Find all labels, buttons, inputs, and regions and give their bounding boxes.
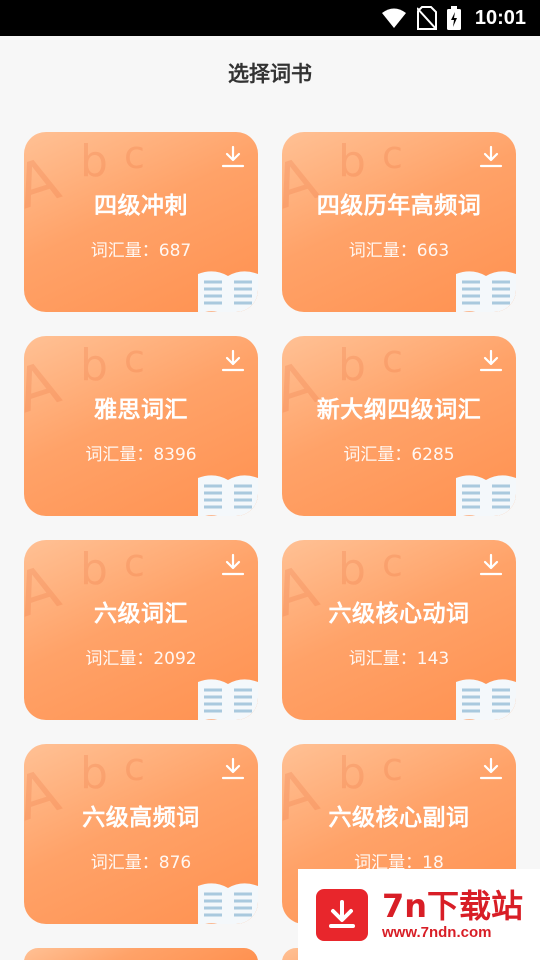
svg-text:b: b: [338, 748, 366, 799]
word-count: 词汇量：663: [348, 241, 450, 261]
download-icon[interactable]: [478, 552, 504, 578]
svg-text:b: b: [80, 136, 108, 187]
clock: 10:01: [474, 6, 526, 29]
book-title: 六级词汇: [94, 601, 188, 627]
watermark-url: www.7ndn.com: [382, 924, 492, 941]
open-book-icon: [456, 271, 516, 312]
open-book-icon: [198, 679, 258, 720]
book-title: 六级高频词: [82, 805, 200, 831]
download-icon[interactable]: [478, 144, 504, 170]
svg-text:b: b: [80, 340, 108, 391]
word-count: 词汇量：143: [348, 649, 450, 669]
svg-text:c: c: [124, 133, 145, 177]
battery-charging-icon: [446, 6, 461, 30]
book-card-partial[interactable]: [24, 948, 258, 960]
book-grid: Abc 四级冲刺 词汇量：687 Abc 四级历年高频词 词汇量：663 Abc…: [24, 132, 516, 960]
svg-text:c: c: [382, 337, 403, 381]
word-count: 词汇量：8396: [85, 445, 197, 465]
open-book-icon: [198, 883, 258, 924]
book-card[interactable]: Abc 六级核心动词 词汇量：143: [282, 540, 516, 720]
word-count: 词汇量：6285: [343, 445, 455, 465]
download-arrow-icon: [316, 888, 368, 941]
open-book-icon: [456, 475, 516, 516]
wifi-icon: [381, 8, 406, 28]
svg-text:b: b: [338, 544, 366, 595]
book-title: 六级核心动词: [328, 601, 470, 627]
book-title: 六级核心副词: [328, 805, 470, 831]
download-icon[interactable]: [220, 348, 246, 374]
page-title: 选择词书: [228, 62, 312, 86]
open-book-icon: [198, 271, 258, 312]
book-card[interactable]: Abc 六级高频词 词汇量：876: [24, 744, 258, 924]
download-icon[interactable]: [220, 144, 246, 170]
svg-text:b: b: [338, 340, 366, 391]
svg-text:b: b: [338, 136, 366, 187]
open-book-icon: [456, 679, 516, 720]
book-card[interactable]: Abc 四级历年高频词 词汇量：663: [282, 132, 516, 312]
svg-text:b: b: [80, 748, 108, 799]
book-card[interactable]: Abc 六级词汇 词汇量：2092: [24, 540, 258, 720]
svg-text:c: c: [124, 541, 145, 585]
watermark-logo: 7n下载站 www.7ndn.com: [298, 869, 540, 960]
download-icon[interactable]: [220, 756, 246, 782]
svg-text:b: b: [80, 544, 108, 595]
download-icon[interactable]: [478, 348, 504, 374]
word-count: 词汇量：876: [90, 853, 192, 873]
book-title: 四级历年高频词: [316, 193, 482, 219]
status-bar: 10:01: [0, 0, 540, 36]
svg-text:c: c: [382, 745, 403, 789]
open-book-icon: [198, 475, 258, 516]
book-card[interactable]: Abc 四级冲刺 词汇量：687: [24, 132, 258, 312]
book-card[interactable]: Abc 雅思词汇 词汇量：8396: [24, 336, 258, 516]
svg-text:c: c: [382, 133, 403, 177]
svg-text:c: c: [382, 541, 403, 585]
book-card[interactable]: Abc 新大纲四级词汇 词汇量：6285: [282, 336, 516, 516]
word-count: 词汇量：687: [90, 241, 192, 261]
book-title: 新大纲四级词汇: [316, 397, 482, 423]
watermark-title: 7n下载站: [382, 887, 524, 925]
book-title: 四级冲刺: [94, 193, 188, 219]
no-sim-icon: [416, 6, 437, 30]
book-title: 雅思词汇: [94, 397, 188, 423]
svg-text:c: c: [124, 745, 145, 789]
svg-text:c: c: [124, 337, 145, 381]
download-icon[interactable]: [478, 756, 504, 782]
word-count: 词汇量：2092: [85, 649, 197, 669]
download-icon[interactable]: [220, 552, 246, 578]
